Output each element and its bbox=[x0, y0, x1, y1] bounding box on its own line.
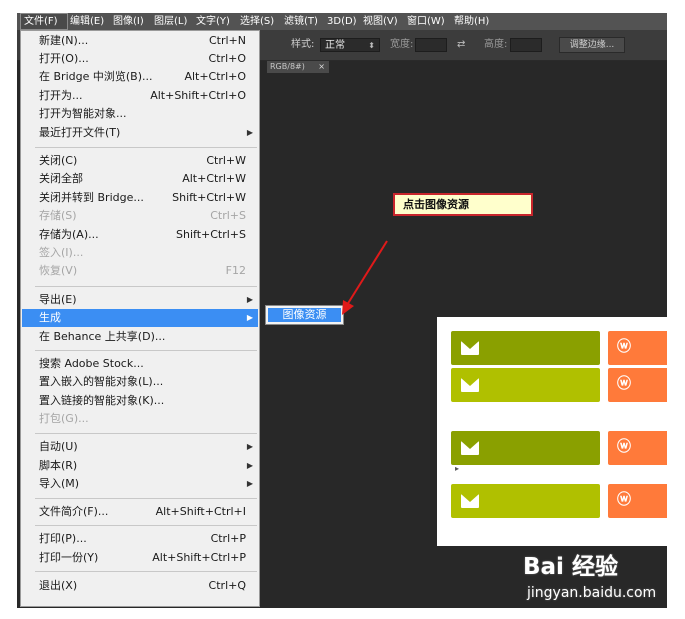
annotation-callout: 点击图像资源 bbox=[393, 193, 533, 216]
weibo-icon: ⓦ bbox=[617, 339, 631, 355]
menu-item-recent-files[interactable]: 最近打开文件(T) ▶ bbox=[22, 124, 258, 142]
mouse-cursor-icon: ▸ bbox=[455, 464, 460, 473]
menu-item-package: 打包(G)... bbox=[39, 412, 89, 425]
document-tab-label: RGB/8#) bbox=[270, 62, 305, 71]
height-field[interactable] bbox=[510, 38, 542, 52]
submenu-arrow-icon: ▶ bbox=[246, 442, 253, 451]
style-label: 样式: bbox=[291, 39, 315, 50]
menu-separator bbox=[35, 498, 257, 499]
submenu-arrow-icon: ▶ bbox=[246, 461, 253, 470]
mail-icon bbox=[461, 378, 479, 392]
menu-item-save-as[interactable]: 存储为(A)... Shift+Ctrl+S bbox=[22, 226, 258, 244]
menu-item-place-linked[interactable]: 置入链接的智能对象(K)... bbox=[22, 392, 258, 410]
menu-item-export[interactable]: 导出(E) ▶ bbox=[22, 291, 258, 309]
mail-button bbox=[451, 484, 600, 518]
mail-button bbox=[451, 368, 600, 402]
style-select[interactable]: 正常 ⬍ bbox=[320, 38, 380, 52]
weibo-icon: ⓦ bbox=[617, 439, 631, 455]
submenu-arrow-icon: ▶ bbox=[246, 479, 253, 488]
menu-item-revert: 恢复(V) F12 bbox=[39, 264, 246, 277]
menu-item-check-in: 签入(I)... bbox=[39, 246, 84, 259]
menu-item-scripts[interactable]: 脚本(R) ▶ bbox=[22, 457, 258, 475]
menu-item-exit[interactable]: 退出(X) Ctrl+Q bbox=[22, 577, 258, 595]
menu-item-open-as[interactable]: 打开为... Alt+Shift+Ctrl+O bbox=[22, 87, 258, 105]
menu-item-print-one[interactable]: 打印一份(Y) Alt+Shift+Ctrl+P bbox=[22, 549, 258, 567]
mail-button bbox=[451, 431, 600, 465]
menu-window[interactable]: 窗口(W) bbox=[404, 13, 448, 30]
menu-help[interactable]: 帮助(H) bbox=[451, 13, 492, 30]
weibo-button: ⓦ bbox=[608, 331, 667, 365]
weibo-button: ⓦ bbox=[608, 431, 667, 465]
mail-icon bbox=[461, 494, 479, 508]
generate-submenu: 图像资源 bbox=[265, 305, 344, 325]
menu-item-close[interactable]: 关闭(C) Ctrl+W bbox=[22, 152, 258, 170]
weibo-icon: ⓦ bbox=[617, 492, 631, 508]
weibo-button: ⓦ bbox=[608, 368, 667, 402]
submenu-arrow-icon: ▶ bbox=[246, 313, 253, 322]
menu-item-place-embedded[interactable]: 置入嵌入的智能对象(L)... bbox=[22, 373, 258, 391]
menu-item-close-all[interactable]: 关闭全部 Alt+Ctrl+W bbox=[22, 170, 258, 188]
width-field[interactable] bbox=[415, 38, 447, 52]
menu-edit[interactable]: 编辑(E) bbox=[67, 13, 107, 30]
menu-image[interactable]: 图像(I) bbox=[110, 13, 147, 30]
close-icon[interactable]: × bbox=[318, 61, 325, 73]
menu-separator bbox=[35, 286, 257, 287]
menu-item-open[interactable]: 打开(O)... Ctrl+O bbox=[22, 50, 258, 68]
menu-select[interactable]: 选择(S) bbox=[237, 13, 277, 30]
refine-edge-button[interactable]: 调整边缘... bbox=[559, 37, 625, 53]
menu-item-import[interactable]: 导入(M) ▶ bbox=[22, 475, 258, 493]
menu-item-browse-bridge[interactable]: 在 Bridge 中浏览(B)... Alt+Ctrl+O bbox=[22, 68, 258, 86]
arrow-shaft bbox=[346, 240, 388, 306]
watermark-logo: Bai 经验 bbox=[523, 554, 618, 580]
canvas-preview: ⓦ ⓦ ⓦ ⓦ bbox=[437, 317, 667, 546]
menu-separator bbox=[35, 147, 257, 148]
menu-separator bbox=[35, 433, 257, 434]
menu-separator bbox=[35, 350, 257, 351]
menu-layer[interactable]: 图层(L) bbox=[151, 13, 190, 30]
file-menu: 新建(N)... Ctrl+N 打开(O)... Ctrl+O 在 Bridge 中… bbox=[20, 30, 260, 607]
width-label: 宽度: bbox=[390, 39, 414, 50]
menu-item-open-smart-object[interactable]: 打开为智能对象... bbox=[22, 105, 258, 123]
menu-separator bbox=[35, 525, 257, 526]
menu-item-generate[interactable]: 生成 ▶ bbox=[22, 309, 258, 327]
weibo-button: ⓦ bbox=[608, 484, 667, 518]
menu-item-automate[interactable]: 自动(U) ▶ bbox=[22, 438, 258, 456]
menu-item-share-behance[interactable]: 在 Behance 上共享(D)... bbox=[22, 328, 258, 346]
menu-item-file-info[interactable]: 文件简介(F)... Alt+Shift+Ctrl+I bbox=[22, 503, 258, 521]
submenu-arrow-icon: ▶ bbox=[246, 295, 253, 304]
menu-3d[interactable]: 3D(D) bbox=[324, 13, 360, 30]
submenu-item-image-assets[interactable]: 图像资源 bbox=[268, 308, 341, 322]
menu-separator bbox=[35, 571, 257, 572]
menu-item-search-stock[interactable]: 搜索 Adobe Stock... bbox=[22, 355, 258, 373]
menu-view[interactable]: 视图(V) bbox=[360, 13, 401, 30]
menu-item-new[interactable]: 新建(N)... Ctrl+N bbox=[22, 32, 258, 50]
menu-file[interactable]: 文件(F) bbox=[20, 13, 68, 30]
watermark-url: jingyan.baidu.com bbox=[527, 585, 657, 601]
submenu-arrow-icon: ▶ bbox=[246, 128, 253, 137]
style-value: 正常 bbox=[325, 40, 345, 51]
menu-type[interactable]: 文字(Y) bbox=[193, 13, 233, 30]
mail-icon bbox=[461, 341, 479, 355]
mail-button bbox=[451, 331, 600, 365]
menu-filter[interactable]: 滤镜(T) bbox=[281, 13, 321, 30]
weibo-icon: ⓦ bbox=[617, 376, 631, 392]
swap-icon[interactable]: ⇄ bbox=[457, 30, 465, 60]
document-tab[interactable]: RGB/8#) × bbox=[267, 61, 329, 73]
menu-bar: 文件(F) 编辑(E) 图像(I) 图层(L) 文字(Y) 选择(S) 滤镜(T… bbox=[17, 13, 667, 30]
height-label: 高度: bbox=[484, 39, 508, 50]
baidu-jingyan-watermark: Bai 经验 jingyan.baidu.com bbox=[523, 547, 663, 607]
menu-item-save: 存储(S) Ctrl+S bbox=[39, 209, 246, 222]
menu-item-print[interactable]: 打印(P)... Ctrl+P bbox=[22, 530, 258, 548]
menu-item-close-go-bridge[interactable]: 关闭并转到 Bridge... Shift+Ctrl+W bbox=[22, 189, 258, 207]
photoshop-window: 文件(F) 编辑(E) 图像(I) 图层(L) 文字(Y) 选择(S) 滤镜(T… bbox=[17, 13, 667, 608]
updown-arrow-icon: ⬍ bbox=[368, 41, 375, 50]
mail-icon bbox=[461, 441, 479, 455]
